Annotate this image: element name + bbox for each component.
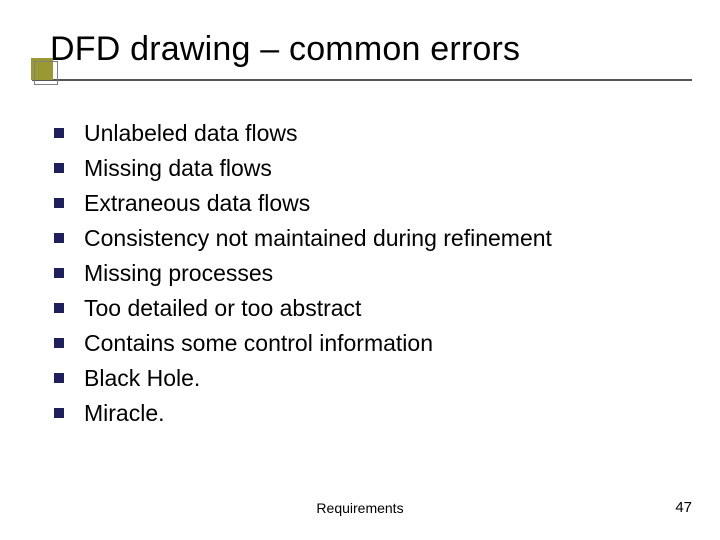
slide: DFD drawing – common errors Unlabeled da… — [0, 0, 720, 540]
bullet-text: Black Hole. — [84, 362, 200, 394]
list-item: Consistency not maintained during refine… — [54, 222, 690, 254]
title-accent-square — [31, 58, 53, 80]
list-item: Extraneous data flows — [54, 187, 690, 219]
list-item: Unlabeled data flows — [54, 117, 690, 149]
bullet-text: Miracle. — [84, 397, 165, 429]
bullet-square-icon — [54, 198, 64, 208]
bullet-text: Extraneous data flows — [84, 187, 310, 219]
bullet-square-icon — [54, 128, 64, 138]
bullet-text: Unlabeled data flows — [84, 117, 298, 149]
bullet-square-icon — [54, 233, 64, 243]
bullet-text: Contains some control information — [84, 327, 433, 359]
footer-label: Requirements — [0, 500, 720, 516]
list-item: Missing processes — [54, 257, 690, 289]
bullet-square-icon — [54, 408, 64, 418]
slide-title: DFD drawing – common errors — [44, 30, 690, 69]
list-item: Contains some control information — [54, 327, 690, 359]
bullet-text: Missing data flows — [84, 152, 272, 184]
list-item: Miracle. — [54, 397, 690, 429]
list-item: Too detailed or too abstract — [54, 292, 690, 324]
bullet-text: Too detailed or too abstract — [84, 292, 361, 324]
page-number: 47 — [675, 499, 692, 516]
title-underline — [32, 79, 692, 81]
bullet-list: Unlabeled data flows Missing data flows … — [54, 117, 690, 429]
bullet-text: Consistency not maintained during refine… — [84, 222, 552, 254]
bullet-text: Missing processes — [84, 257, 273, 289]
bullet-square-icon — [54, 373, 64, 383]
bullet-square-icon — [54, 338, 64, 348]
bullet-square-icon — [54, 268, 64, 278]
title-block: DFD drawing – common errors — [44, 30, 690, 81]
bullet-square-icon — [54, 303, 64, 313]
list-item: Black Hole. — [54, 362, 690, 394]
list-item: Missing data flows — [54, 152, 690, 184]
bullet-square-icon — [54, 163, 64, 173]
